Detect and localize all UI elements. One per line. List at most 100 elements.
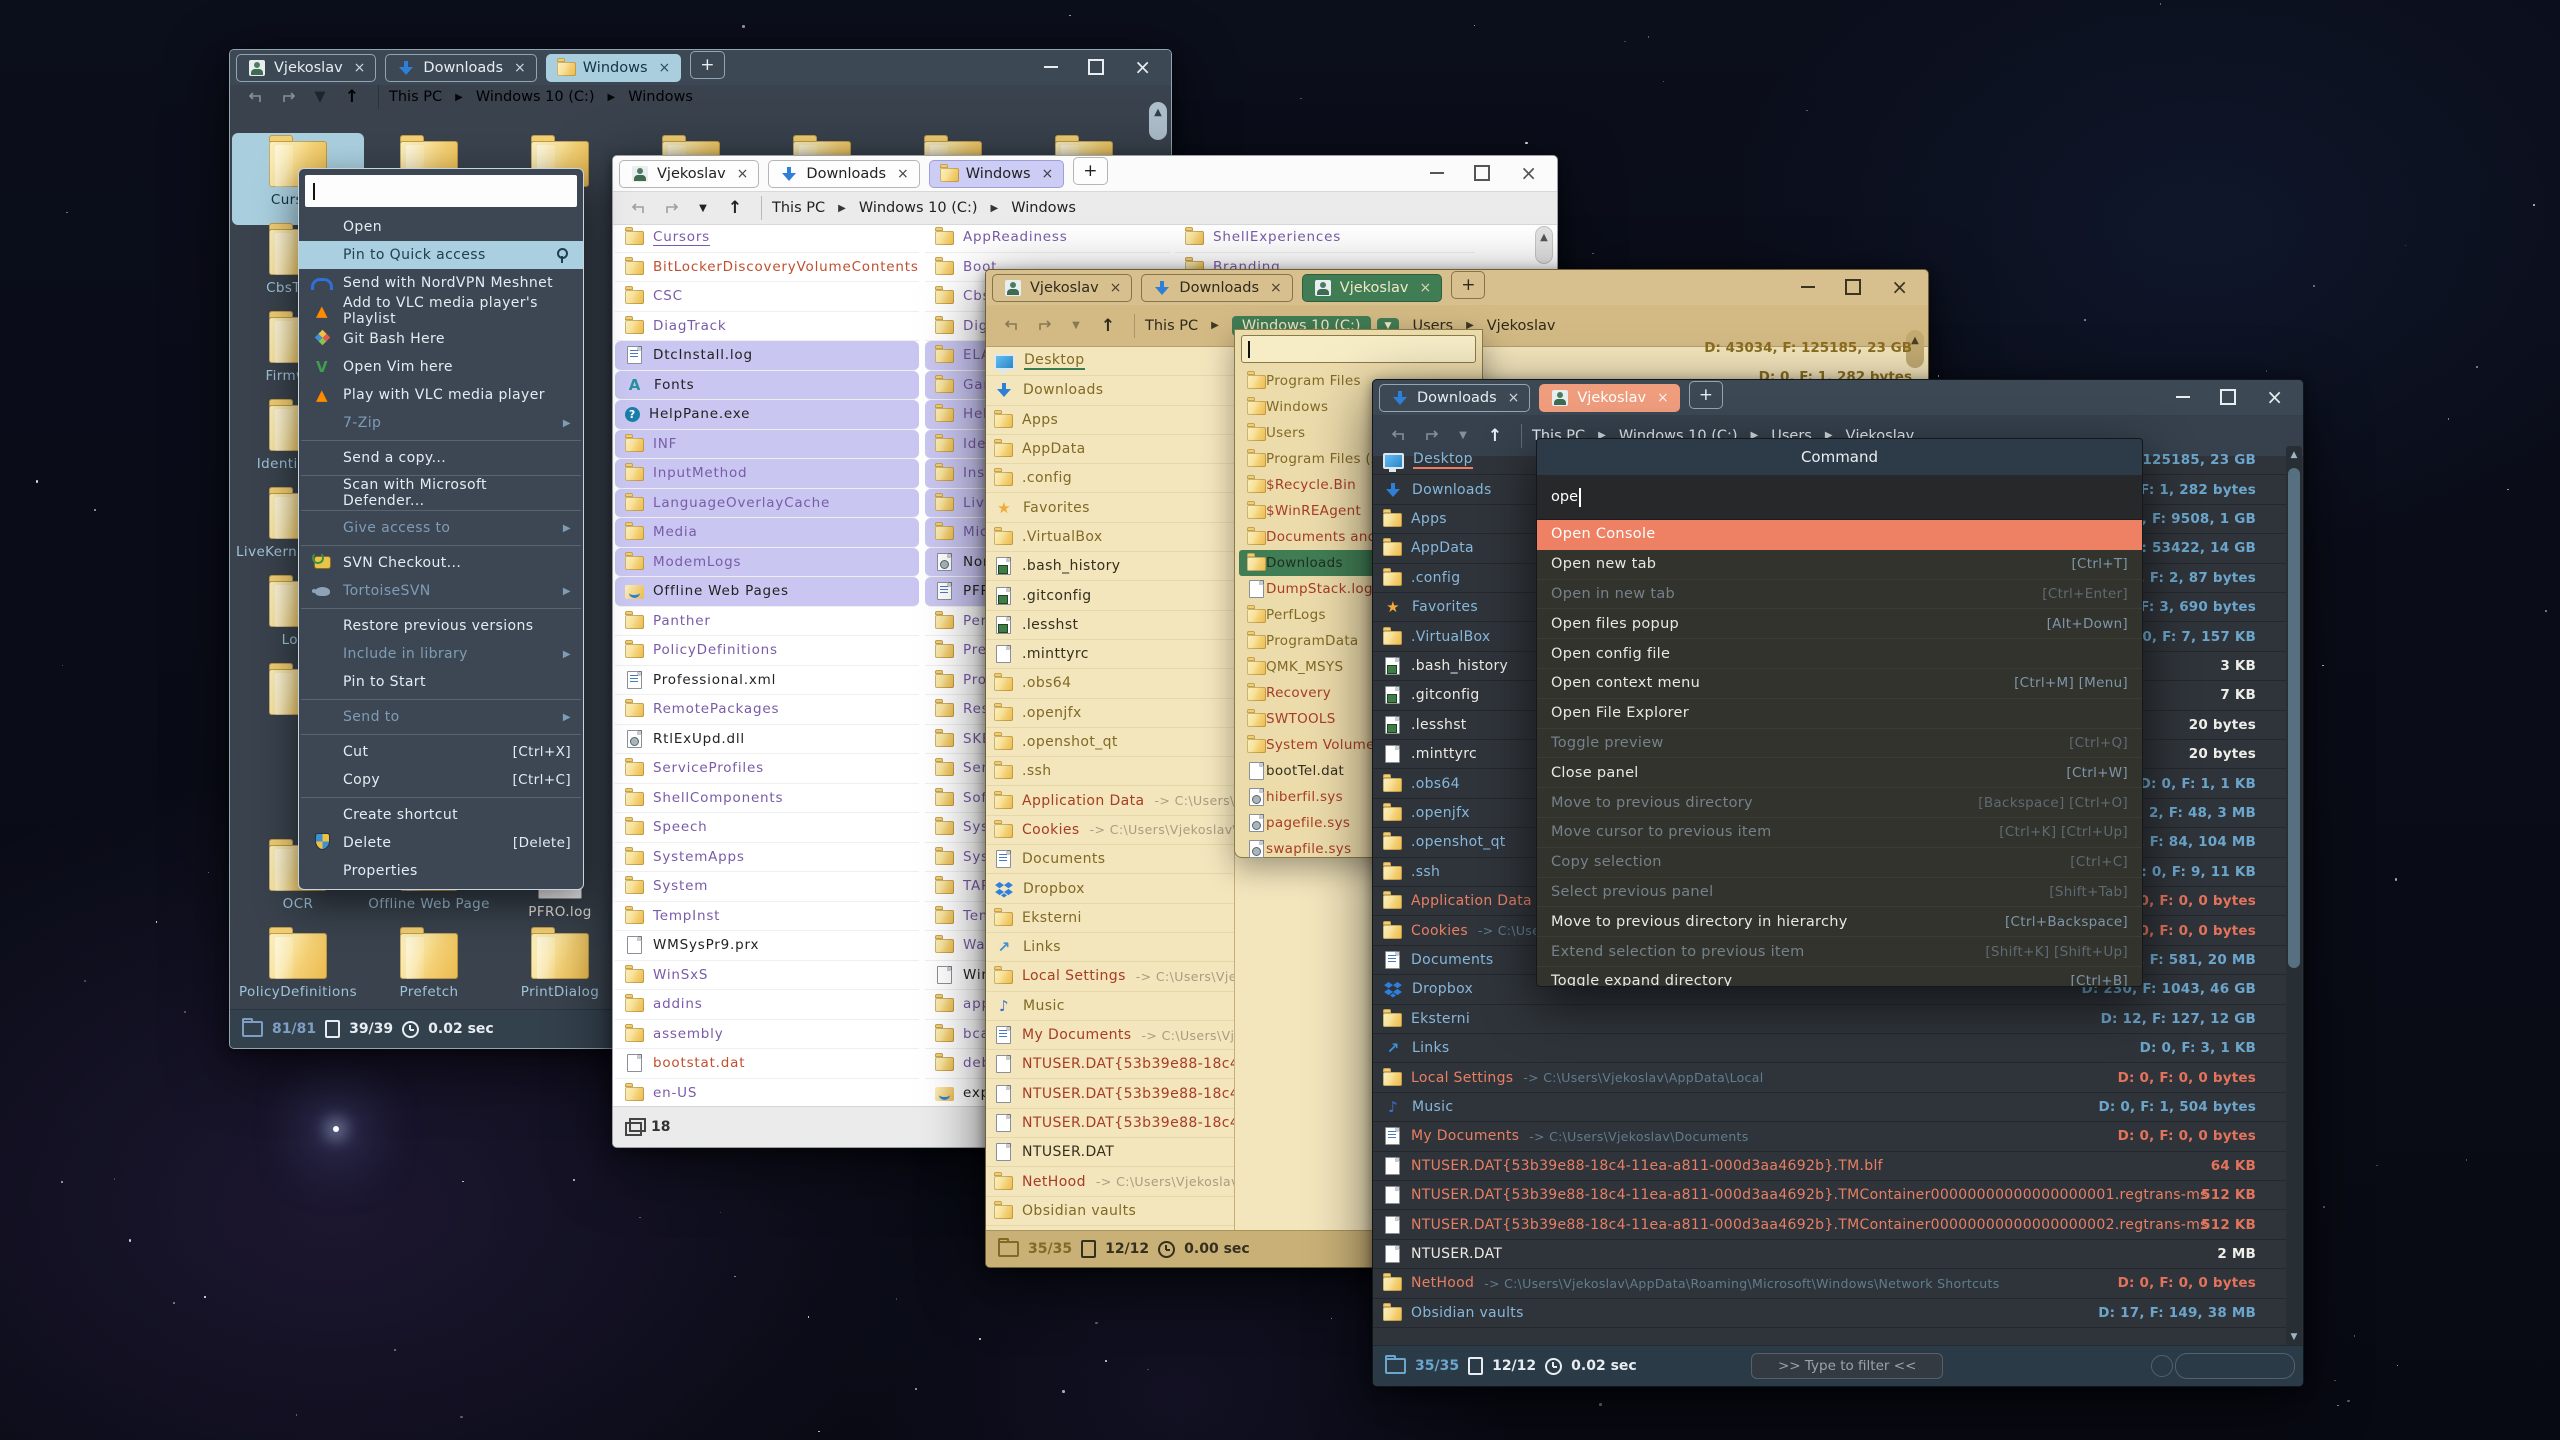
tab-close-icon[interactable]: ×: [1270, 280, 1282, 296]
file-row[interactable]: Panther: [615, 607, 919, 637]
tree-item[interactable]: .config: [986, 464, 1234, 493]
back-icon[interactable]: [1383, 428, 1415, 444]
breadcrumb-this-pc[interactable]: This PC: [389, 89, 442, 105]
quick-filter-input[interactable]: [2175, 1353, 2295, 1379]
tab-windows[interactable]: Windows×: [546, 54, 681, 82]
tab-downloads[interactable]: Downloads×: [1379, 384, 1530, 412]
tree-item[interactable]: Apps: [986, 406, 1234, 435]
file-row[interactable]: ♪MusicD: 0, F: 1, 504 bytes: [1373, 1093, 2286, 1122]
tree-item[interactable]: Cookies-> C:\Users\Vjekoslav\AppData\Loc…: [986, 816, 1234, 845]
file-row[interactable]: WinSxS: [615, 961, 919, 991]
dropdown-filter-input[interactable]: [1241, 335, 1476, 363]
close-button[interactable]: ×: [1520, 167, 1537, 179]
file-row[interactable]: AFonts: [615, 371, 919, 401]
tab-vjekoslav[interactable]: Vjekoslav×: [1302, 274, 1442, 302]
menu-item-git-bash-here[interactable]: Git Bash Here: [299, 325, 583, 353]
file-row[interactable]: NetHood-> C:\Users\Vjekoslav\AppData\Roa…: [1373, 1269, 2286, 1298]
tab-close-icon[interactable]: ×: [1110, 280, 1122, 296]
file-row[interactable]: Obsidian vaultsD: 17, F: 149, 38 MB: [1373, 1299, 2286, 1328]
breadcrumb-windows[interactable]: Windows: [628, 89, 693, 105]
menu-item-cut[interactable]: Cut[Ctrl+X]: [299, 738, 583, 766]
maximize-button[interactable]: [2220, 389, 2236, 405]
up-icon[interactable]: ↑: [1479, 426, 1511, 446]
menu-item-7-zip[interactable]: 7-Zip▶: [299, 409, 583, 437]
scroll-up-button[interactable]: ▲: [1149, 102, 1167, 140]
file-row[interactable]: Cursors: [615, 223, 919, 253]
breadcrumb-windows-10-c-[interactable]: Windows 10 (C:): [859, 200, 978, 216]
maximize-button[interactable]: [1088, 59, 1104, 75]
command-open-new-tab[interactable]: Open new tab[Ctrl+T]: [1537, 550, 2142, 580]
file-row[interactable]: NTUSER.DAT{53b39e88-18c4-11ea-a811-000d3…: [1373, 1181, 2286, 1210]
file-row[interactable]: en-US: [615, 1079, 919, 1108]
file-row[interactable]: Media: [615, 518, 919, 548]
history-dropdown-icon[interactable]: ▼: [1447, 430, 1479, 441]
file-row[interactable]: ↗LinksD: 0, F: 3, 1 KB: [1373, 1034, 2286, 1063]
file-row[interactable]: System: [615, 872, 919, 902]
tree-item[interactable]: .openjfx: [986, 699, 1234, 728]
scrollbar-thumb[interactable]: [2288, 468, 2300, 968]
palette-input[interactable]: ope: [1537, 475, 2142, 520]
tab-close-icon[interactable]: ×: [1419, 280, 1431, 296]
tree-item[interactable]: .openshot_qt: [986, 728, 1234, 757]
menu-item-svn-checkout-[interactable]: SVN Checkout...: [299, 549, 583, 577]
file-row[interactable]: AppReadiness: [925, 223, 1170, 253]
menu-item-create-shortcut[interactable]: Create shortcut: [299, 801, 583, 829]
tab-downloads[interactable]: Downloads×: [1141, 274, 1292, 302]
file-row[interactable]: ServiceProfiles: [615, 754, 919, 784]
breadcrumb-this-pc[interactable]: This PC: [772, 200, 825, 216]
maximize-button[interactable]: [1474, 165, 1490, 181]
file-row[interactable]: bootstat.dat: [615, 1049, 919, 1079]
command-open-files-popup[interactable]: Open files popup[Alt+Down]: [1537, 609, 2142, 639]
titlebar[interactable]: Vjekoslav×Downloads×Windows×+ ×: [230, 50, 1171, 85]
history-dropdown-icon[interactable]: ▼: [304, 89, 336, 105]
up-icon[interactable]: ↑: [1092, 316, 1124, 336]
file-row[interactable]: DiagTrack: [615, 312, 919, 342]
file-row[interactable]: BitLockerDiscoveryVolumeContents: [615, 253, 919, 283]
command-move-to-previous-directory[interactable]: Move to previous directory[Backspace] [C…: [1537, 788, 2142, 818]
tree-item[interactable]: NTUSER.DAT: [986, 1138, 1234, 1167]
menu-item-delete[interactable]: Delete[Delete]: [299, 829, 583, 857]
tab-downloads[interactable]: Downloads×: [768, 160, 919, 188]
up-icon[interactable]: ↑: [336, 87, 368, 107]
tree-item[interactable]: ↗Links: [986, 933, 1234, 962]
file-row[interactable]: ShellExperiences: [1175, 223, 1475, 253]
file-row[interactable]: DtcInstall.log: [615, 341, 919, 371]
menu-item-open[interactable]: Open: [299, 213, 583, 241]
command-toggle-expand-directory[interactable]: Toggle expand directory[Ctrl+B]: [1537, 967, 2142, 987]
menu-item-send-a-copy-[interactable]: Send a copy...: [299, 444, 583, 472]
file-row[interactable]: addins: [615, 990, 919, 1020]
tab-close-icon[interactable]: ×: [1657, 390, 1669, 406]
file-row[interactable]: ShellComponents: [615, 784, 919, 814]
forward-icon[interactable]: [1415, 428, 1447, 444]
file-row[interactable]: TempInst: [615, 902, 919, 932]
close-button[interactable]: ×: [2266, 391, 2283, 403]
rename-input[interactable]: [305, 175, 577, 207]
file-row[interactable]: RemotePackages: [615, 695, 919, 725]
titlebar[interactable]: Vjekoslav×Downloads×Vjekoslav×+ ×: [986, 270, 1928, 305]
new-tab-button[interactable]: +: [1451, 271, 1485, 299]
minimize-button[interactable]: [1044, 66, 1058, 68]
command-close-panel[interactable]: Close panel[Ctrl+W]: [1537, 758, 2142, 788]
tree-item[interactable]: .obs64: [986, 669, 1234, 698]
command-open-file-explorer[interactable]: Open File Explorer: [1537, 699, 2142, 729]
tab-vjekoslav[interactable]: Vjekoslav×: [619, 160, 759, 188]
tab-close-icon[interactable]: ×: [354, 60, 366, 76]
tab-close-icon[interactable]: ×: [1042, 166, 1054, 182]
tab-close-icon[interactable]: ×: [659, 60, 671, 76]
tab-close-icon[interactable]: ×: [737, 166, 749, 182]
minimize-button[interactable]: [1430, 172, 1444, 174]
history-dropdown-icon[interactable]: ▼: [687, 203, 719, 214]
tree-item[interactable]: .gitconfig: [986, 581, 1234, 610]
command-open-console[interactable]: Open Console: [1537, 520, 2142, 550]
tree-item[interactable]: Eksterni: [986, 904, 1234, 933]
command-move-cursor-to-previous-item[interactable]: Move cursor to previous item[Ctrl+K] [Ct…: [1537, 818, 2142, 848]
command-select-previous-panel[interactable]: Select previous panel[Shift+Tab]: [1537, 878, 2142, 908]
tree-item[interactable]: Downloads: [986, 376, 1234, 405]
command-toggle-preview[interactable]: Toggle preview[Ctrl+Q]: [1537, 729, 2142, 759]
minimize-button[interactable]: [1801, 286, 1815, 288]
close-button[interactable]: ×: [1891, 281, 1908, 293]
tab-close-icon[interactable]: ×: [897, 166, 909, 182]
file-row[interactable]: Speech: [615, 813, 919, 843]
tree-item[interactable]: NTUSER.DAT{53b39e88-18c4-11ea-a811-000d3…: [986, 1109, 1234, 1138]
back-icon[interactable]: [623, 200, 655, 216]
